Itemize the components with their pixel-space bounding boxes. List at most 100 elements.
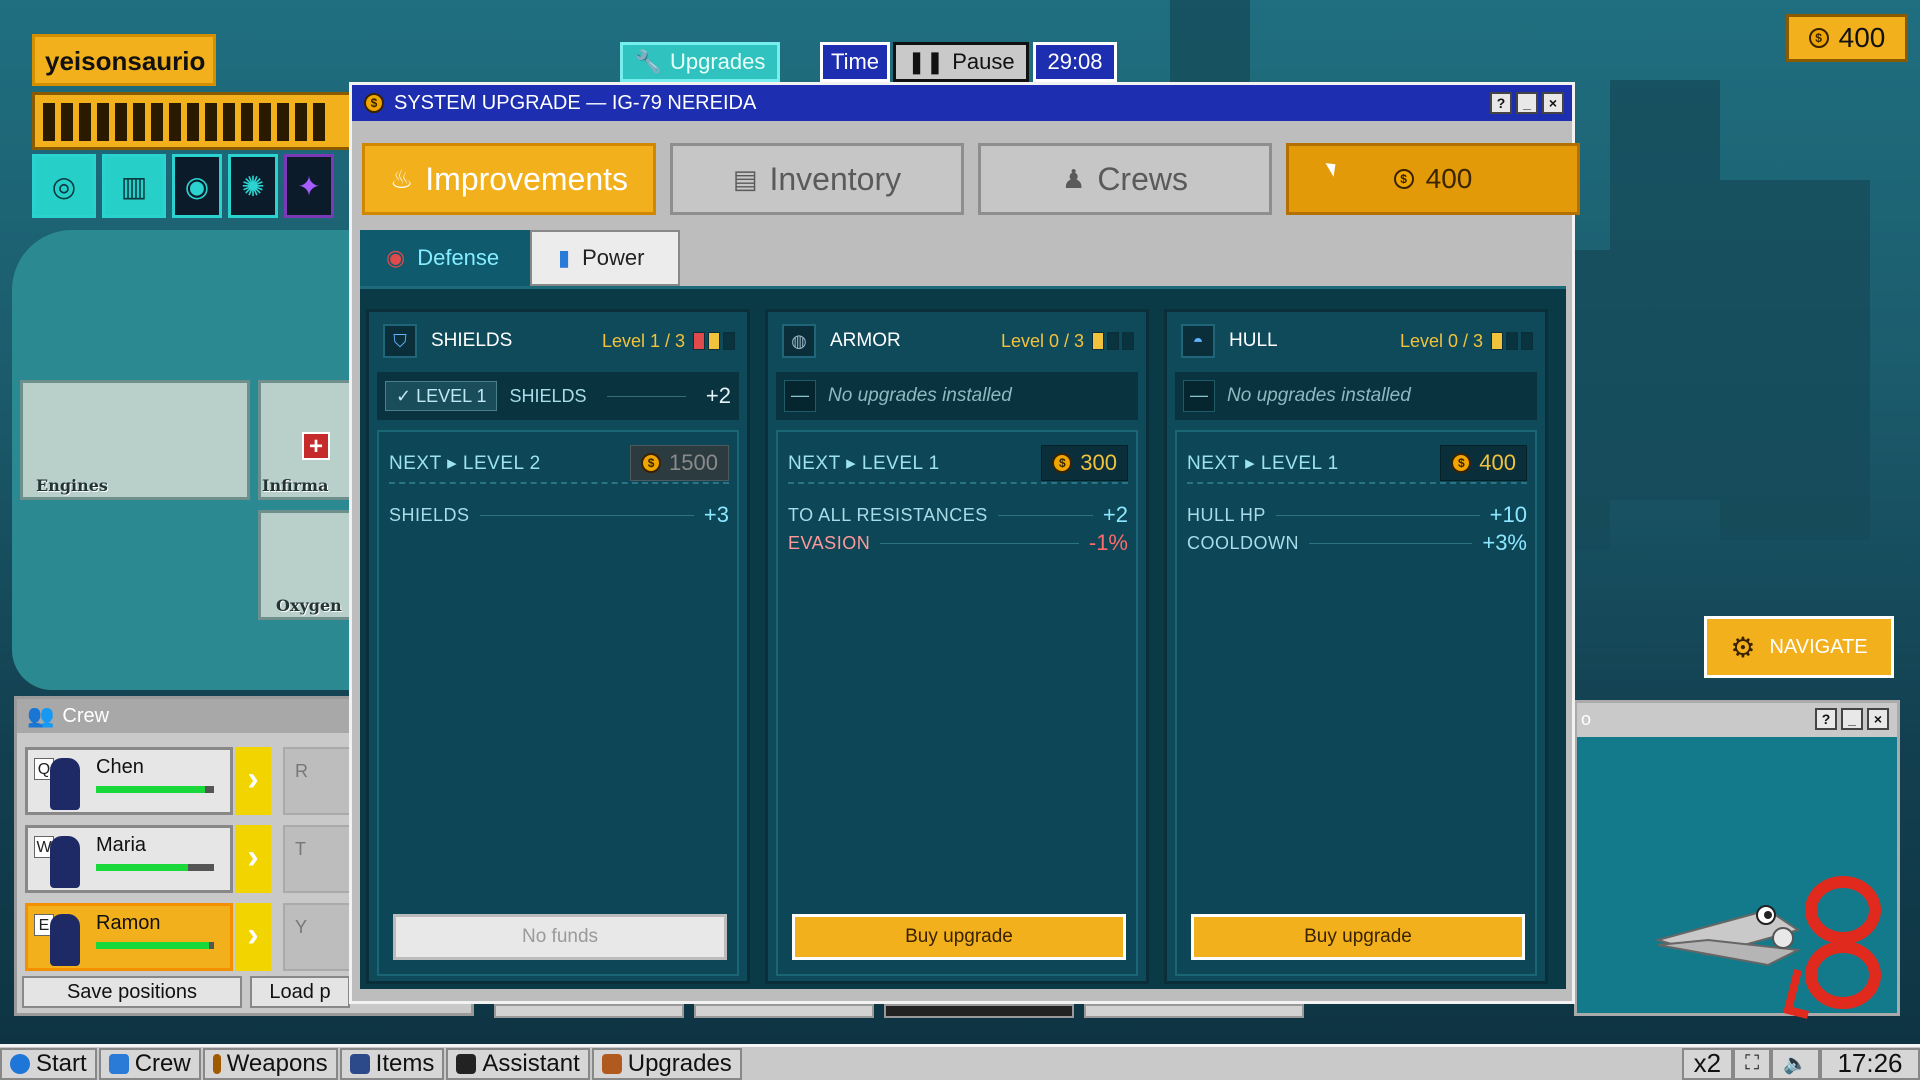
buy-upgrade-button[interactable]: Buy upgrade (792, 914, 1126, 960)
ship-systems-row: ◎ ▥ ◉ ✺ ✦ (32, 154, 334, 218)
help-button[interactable]: ? (1490, 92, 1512, 114)
stat-value: +3 (703, 502, 729, 527)
crew-assign-arrow-icon[interactable]: › (235, 825, 271, 893)
hp-segment (115, 103, 127, 141)
crew-name: Maria (96, 834, 147, 856)
card-level: Level 1 / 3 (601, 330, 685, 351)
load-positions-button[interactable]: Load p (250, 976, 350, 1008)
sonar-icon[interactable]: ◉ (172, 154, 222, 218)
tab-inventory-label: Inventory (769, 160, 902, 197)
taskbar-items-label: Items (375, 1049, 435, 1077)
installed-stat-name: SHIELDS (509, 385, 587, 406)
crew-card[interactable]: W Maria (25, 825, 233, 893)
taskbar-upgrades[interactable]: Upgrades (591, 1047, 742, 1080)
fullscreen-icon[interactable]: ⛶ (1733, 1047, 1772, 1080)
speed-toggle[interactable]: x2 (1681, 1047, 1734, 1080)
taskbar-crew[interactable]: Crew (98, 1047, 201, 1080)
crew-panel-title: Crew (62, 704, 110, 727)
dialog-coin-balance: $ 400 (1286, 143, 1580, 215)
tab-time[interactable]: Time (820, 42, 890, 82)
level-pip (1092, 332, 1104, 350)
close-button[interactable]: × (1867, 708, 1889, 730)
minimize-button[interactable]: _ (1516, 92, 1538, 114)
tab-improvements-label: Improvements (425, 160, 629, 197)
upgrade-cards-area: ⛉ SHIELDS Level 1 / 3 ✓ LEVEL 1 SHIELDS +2 NEX… (360, 286, 1566, 989)
reactor-icon[interactable]: ◎ (32, 154, 96, 218)
taskbar-crew-label: Crew (134, 1049, 191, 1077)
help-button[interactable]: ? (1815, 708, 1837, 730)
hp-segment (133, 103, 145, 141)
battery-icon: ▮ (558, 245, 571, 270)
scissors-assistant-mascot[interactable] (1648, 870, 1888, 1020)
gear-system-icon[interactable]: ✺ (228, 154, 278, 218)
tab-upgrades-label: Upgrades (670, 49, 766, 74)
special-system-icon[interactable]: ✦ (284, 154, 334, 218)
price-value: 1500 (669, 450, 718, 475)
card-header: ◓ HULL Level 0 / 3 (1173, 318, 1539, 364)
hp-segment (277, 103, 289, 141)
level-pips (693, 332, 735, 350)
crew-card[interactable]: E Ramon (25, 903, 233, 971)
minimize-button[interactable]: _ (1841, 708, 1863, 730)
level-pip (1521, 332, 1533, 350)
save-positions-button[interactable]: Save positions (22, 976, 242, 1008)
tab-crews[interactable]: ♟ Crews (978, 143, 1272, 215)
upgrade-card-armor: ◍ ARMOR Level 0 / 3 — No upgrades installed N… (765, 309, 1149, 984)
door-icon[interactable]: ▥ (102, 154, 166, 218)
shield-icon: ⛉ (383, 324, 417, 358)
installed-upgrade-row: — No upgrades installed (776, 372, 1138, 420)
taskbar-assistant[interactable]: Assistant (446, 1047, 590, 1080)
volume-icon[interactable]: 🔈 (1771, 1047, 1820, 1080)
tab-power[interactable]: ▮ Power (530, 230, 680, 286)
pause-button[interactable]: ❚❚ Pause (893, 42, 1029, 82)
buy-upgrade-button[interactable]: Buy upgrade (1191, 914, 1525, 960)
level-pip (1491, 332, 1503, 350)
dialog-title: SYSTEM UPGRADE — IG-79 NEREIDA (394, 91, 757, 114)
start-button[interactable]: Start (0, 1047, 97, 1080)
level-pip (723, 332, 735, 350)
tab-crews-label: Crews (1097, 160, 1188, 197)
level-pips (1092, 332, 1134, 350)
ship-hp-bar (32, 92, 352, 150)
stat-name: COOLDOWN (1187, 532, 1299, 553)
navigate-button[interactable]: ⚙ NAVIGATE (1704, 616, 1894, 678)
hp-segment (295, 103, 307, 141)
close-button[interactable]: × (1542, 92, 1564, 114)
no-funds-button[interactable]: No funds (393, 914, 727, 960)
tab-inventory[interactable]: ▤ Inventory (670, 143, 964, 215)
taskbar-weapons[interactable]: Weapons (202, 1047, 338, 1080)
crew-assign-arrow-icon[interactable]: › (235, 747, 271, 815)
crew-name: Chen (96, 756, 144, 778)
stat-value: +3% (1482, 530, 1527, 555)
card-header: ⛉ SHIELDS Level 1 / 3 (375, 318, 741, 364)
installed-level-badge: ✓ LEVEL 1 (385, 381, 498, 411)
wrench-icon: 🔧 (634, 49, 662, 74)
coin-icon: $ (1808, 28, 1829, 48)
coin-icon: $ (364, 93, 384, 113)
crew-assign-arrow-icon[interactable]: › (235, 903, 271, 971)
hp-segment (187, 103, 199, 141)
crew-hp-bar (96, 864, 214, 871)
level-pip (708, 332, 720, 350)
background-window-edges (494, 1004, 1304, 1018)
wrench-icon (601, 1053, 622, 1074)
person-icon: ♟ (1062, 163, 1086, 194)
level-pip (693, 332, 705, 350)
taskbar-upgrades-label: Upgrades (627, 1049, 732, 1077)
room-label-infirmary: Infirma (262, 476, 329, 495)
flame-icon: ♨ (389, 163, 414, 194)
stat-row: HULL HP +10 (1187, 500, 1527, 530)
hp-segment (241, 103, 253, 141)
taskbar-items[interactable]: Items (339, 1047, 445, 1080)
tab-upgrades[interactable]: 🔧 Upgrades (620, 42, 780, 82)
pause-icon: ❚❚ (907, 49, 945, 74)
defense-icon: ◉ (386, 245, 406, 270)
tab-defense[interactable]: ◉ Defense (360, 230, 530, 286)
medkit-icon: + (302, 432, 330, 460)
crew-card[interactable]: Q Chen (25, 747, 233, 815)
hp-segment (97, 103, 109, 141)
card-title: ARMOR (830, 330, 901, 351)
assistant-icon (456, 1053, 477, 1074)
system-upgrade-dialog: $ SYSTEM UPGRADE — IG-79 NEREIDA ? _ × ♨… (349, 82, 1580, 1004)
tab-improvements[interactable]: ♨ Improvements (362, 143, 656, 215)
